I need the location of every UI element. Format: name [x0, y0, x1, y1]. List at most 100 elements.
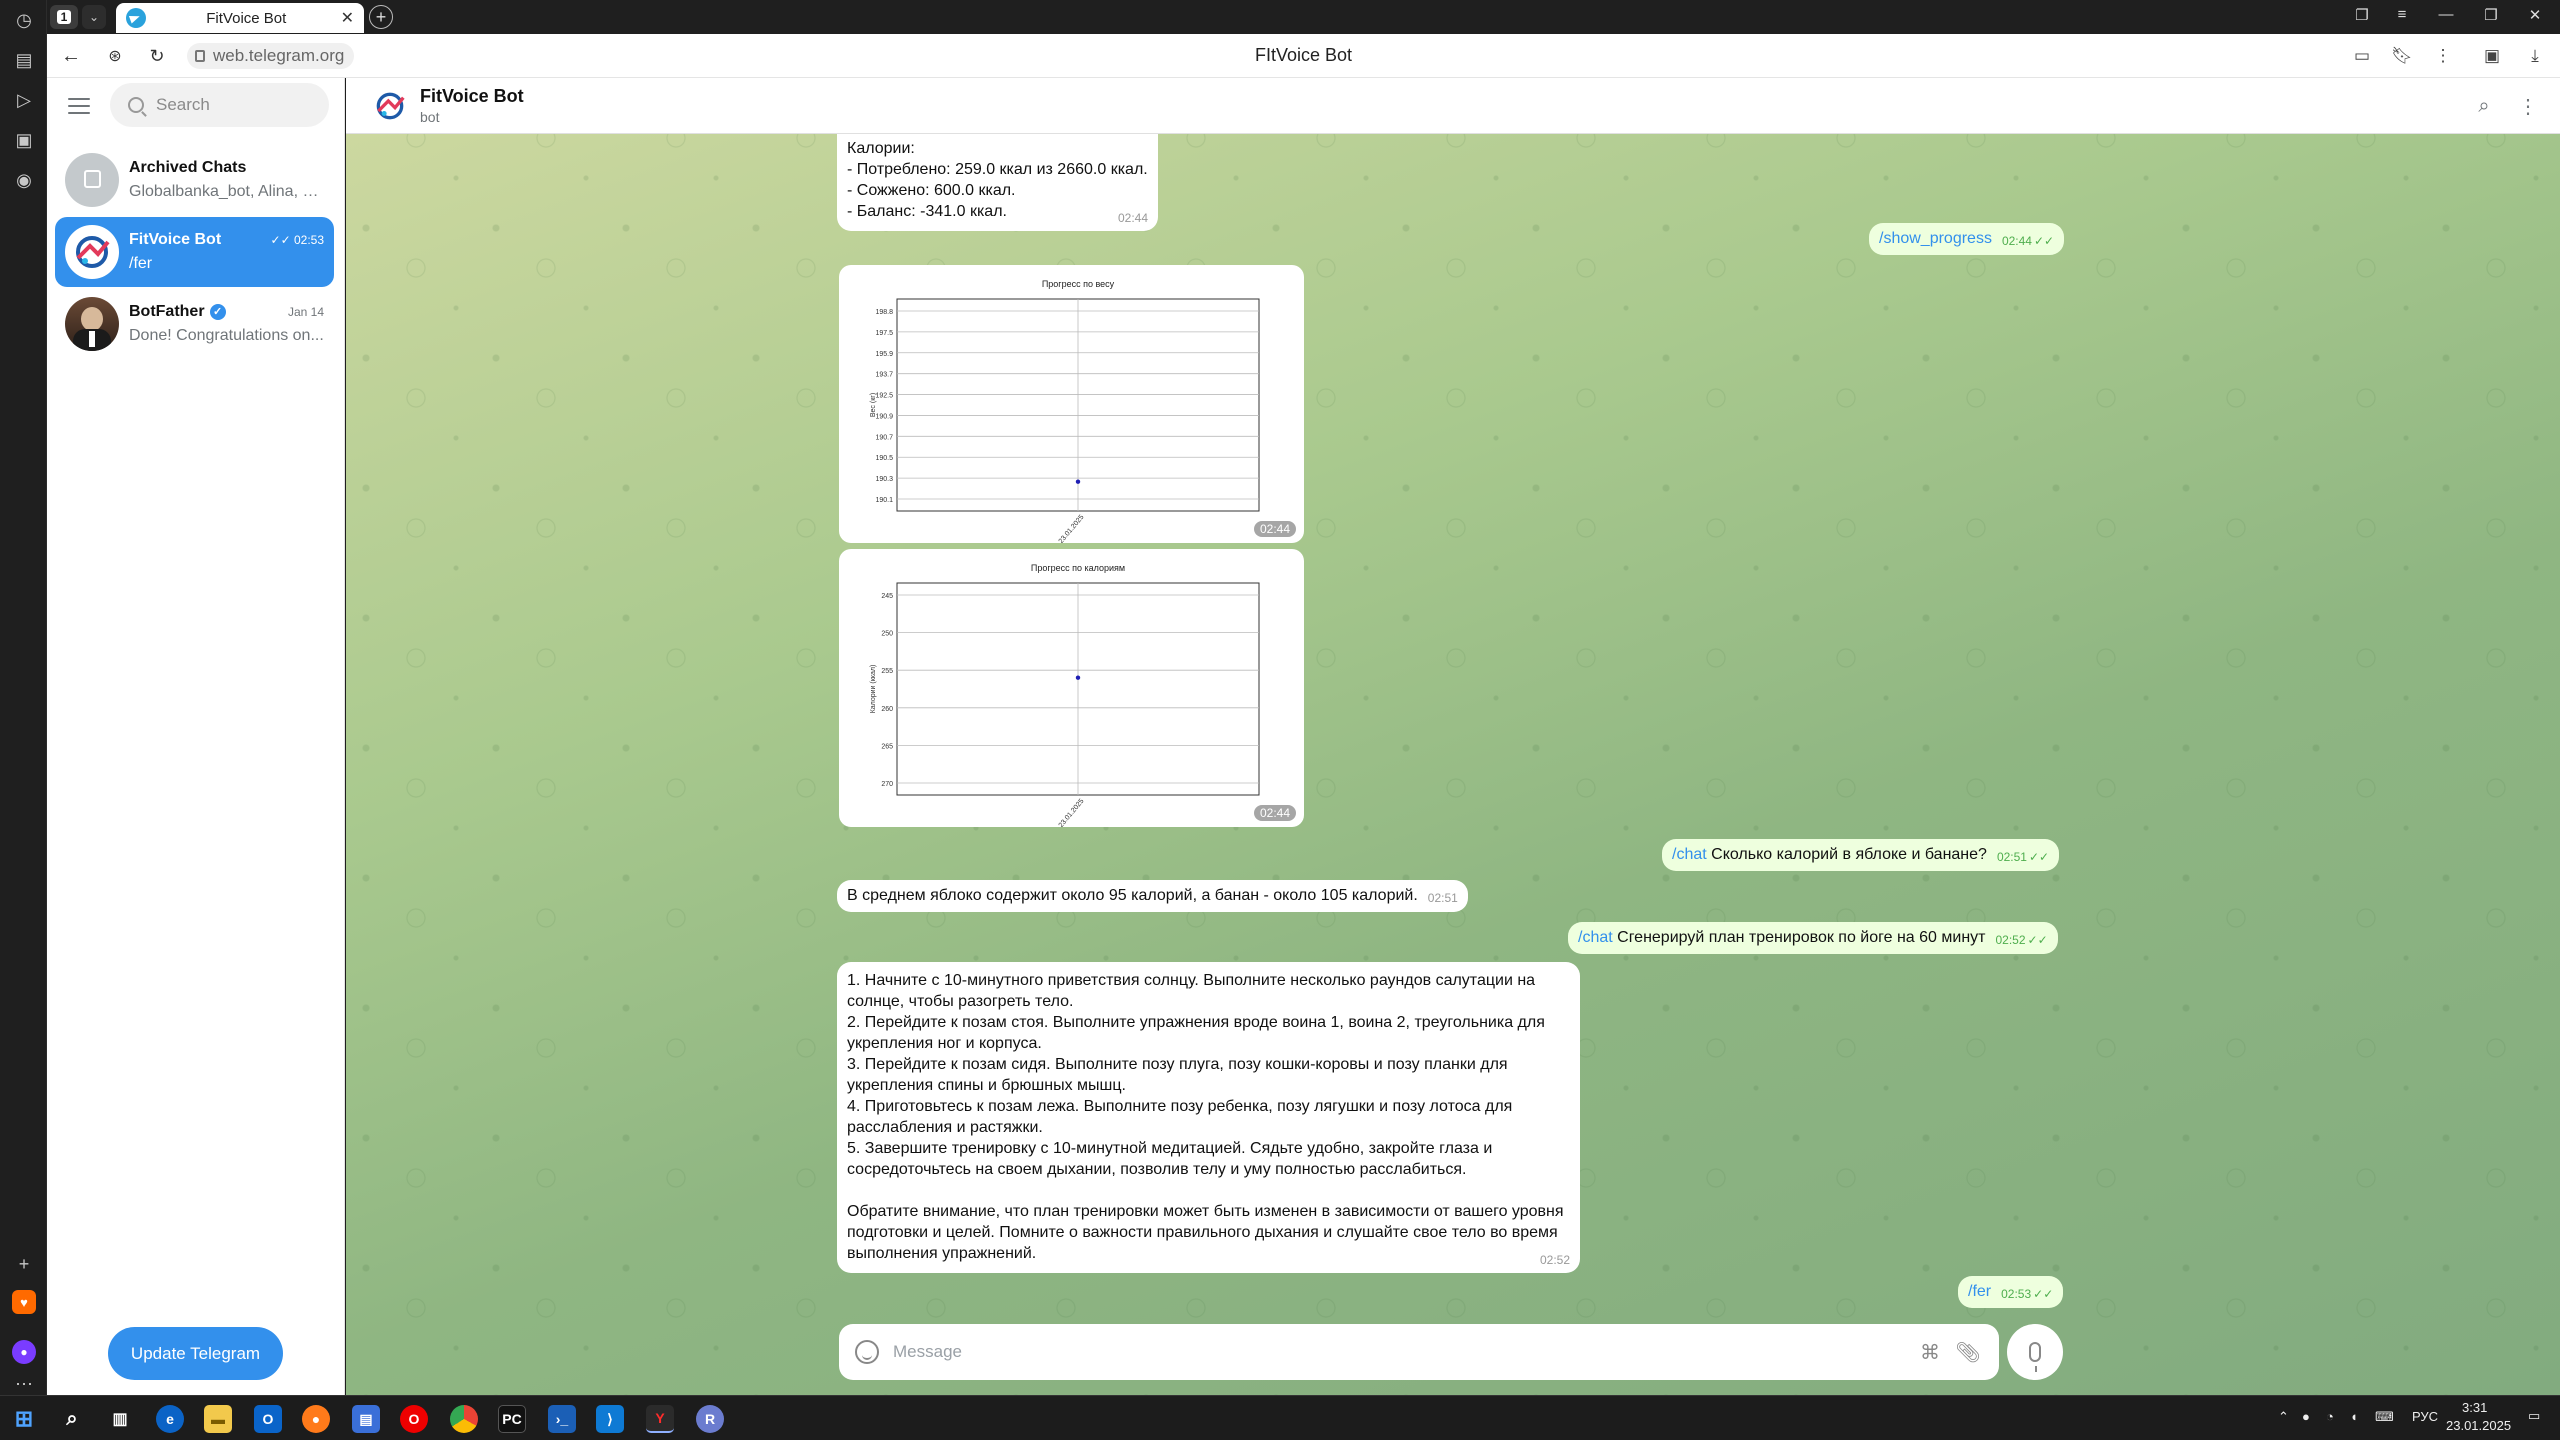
vscode-icon[interactable]: ⟩ [596, 1405, 624, 1433]
command-link[interactable]: /show_progress [1879, 230, 1992, 247]
fitness-logo-icon [371, 87, 409, 125]
chat-item-archived[interactable]: Archived Chats Globalbanka_bot, Alina, V… [55, 145, 334, 215]
file-explorer-icon[interactable]: ▬ [204, 1405, 232, 1433]
powershell-icon[interactable]: ›_ [548, 1405, 576, 1433]
bot-commands-icon[interactable]: ⌘ [1915, 1340, 1945, 1365]
tab-counter[interactable]: 1 [50, 5, 78, 29]
outlook-icon[interactable]: O [254, 1405, 282, 1433]
collections-icon[interactable]: ▣ [2481, 45, 2503, 67]
tray-language[interactable]: РУС [2412, 1409, 2438, 1424]
tab-dropdown-chevron-icon[interactable]: ⌄ [82, 5, 106, 29]
message-line: - Потреблено: 259.0 ккал из 2660.0 ккал. [847, 161, 1148, 178]
chat-bubble-icon[interactable]: ▭ [2351, 45, 2373, 67]
emoji-icon[interactable] [855, 1340, 879, 1364]
y-axis-label: Вес (кг) [870, 393, 877, 417]
alice-icon[interactable]: ● [12, 1340, 36, 1364]
image-time: 02:44 [1253, 521, 1296, 537]
notification-icon[interactable]: ▭ [2528, 1408, 2540, 1424]
chat-item-botfather[interactable]: BotFather ✓ Jan 14 Done! Congratulations o… [55, 289, 334, 359]
new-tab-button[interactable]: + [369, 5, 393, 29]
y-tick-label: 190.9 [875, 413, 893, 420]
microphone-icon [2029, 1342, 2041, 1372]
y-axis-label: Калории (ккал) [870, 665, 877, 714]
minimize-button[interactable]: — [2434, 6, 2458, 23]
menu-icon[interactable]: ≡ [2390, 6, 2414, 23]
url-text: web.telegram.org [213, 46, 345, 65]
chat-header-avatar[interactable] [370, 86, 410, 126]
chart-title: Прогресс по весу [1042, 279, 1115, 289]
command-link[interactable]: /chat [1578, 929, 1613, 946]
message-composer: ⌘ 📎︎ [839, 1324, 1999, 1380]
task-view-icon[interactable]: ▥ [106, 1405, 134, 1433]
screenshot-icon[interactable]: ◉ [12, 168, 36, 192]
windows-start-icon[interactable]: ⊞ [10, 1405, 38, 1433]
active-tab[interactable]: FitVoice Bot ✕ [116, 3, 364, 33]
chat-header-name[interactable]: FitVoice Bot [420, 86, 524, 107]
more-icon[interactable]: ⋯ [12, 1372, 36, 1396]
message-line: Калории: [847, 140, 915, 157]
tray-chevron-icon[interactable]: ⌃ [2278, 1409, 2289, 1425]
tray-clock-time[interactable]: 3:31 [2462, 1400, 2487, 1415]
tabs-icon[interactable]: ❐ [2350, 6, 2374, 24]
edge-icon[interactable]: e [156, 1405, 184, 1433]
message-line: 3. Перейдите к позам сидя. Выполните поз… [847, 1056, 1508, 1094]
restore-button[interactable]: ❐ [2479, 6, 2503, 24]
tray-keyboard-icon[interactable]: ⌨ [2375, 1409, 2394, 1425]
yandex-browser-icon[interactable]: Y [646, 1405, 674, 1433]
message-time: 02:44 ✓✓ [2001, 234, 2055, 248]
hamburger-menu-icon[interactable] [68, 98, 90, 116]
y-tick-label: 270 [881, 781, 893, 788]
message-line: - Баланс: -341.0 ккал. [847, 203, 1007, 220]
url-field[interactable]: web.telegram.org [187, 43, 355, 69]
app-icon[interactable]: ▤ [352, 1405, 380, 1433]
app-r-icon[interactable]: R [696, 1405, 724, 1433]
message-yoga-plan: 1. Начните с 10-минутного приветствия со… [837, 962, 1580, 1273]
weight-chart-image[interactable]: Прогресс по весу 190.1 190.3 190.5 190.7 190.… [839, 265, 1304, 543]
archive-avatar [65, 153, 119, 207]
tray-volume-icon[interactable]: ◖ [2350, 1409, 2358, 1424]
address-bar: ← ⊛ ↻ FItVoice Bot web.telegram.org ▭ 🔖︎… [47, 34, 2560, 78]
market-icon[interactable]: ♥ [12, 1290, 36, 1314]
message-calories-answer: В среднем яблоко содержит около 95 калор… [837, 880, 1468, 912]
chat-item-fitvoice-bot[interactable]: FitVoice Bot ✓✓ 02:53 /fer [55, 217, 334, 287]
more-vertical-icon[interactable]: ⋮ [2432, 45, 2454, 67]
chrome-icon[interactable] [450, 1405, 478, 1433]
attach-icon[interactable]: 📎︎ [1953, 1340, 1983, 1365]
tab-close-icon[interactable]: ✕ [341, 8, 354, 28]
counter-icon[interactable]: ▣ [12, 128, 36, 152]
collections-icon[interactable]: ▤ [12, 48, 36, 72]
message-line: Обратите внимание, что план тренировки м… [847, 1203, 1564, 1262]
play-icon[interactable]: ▷ [12, 88, 36, 112]
message-time: 02:53 ✓✓ [2001, 1287, 2054, 1301]
more-vertical-icon[interactable]: ⋮ [2516, 94, 2540, 118]
search-box[interactable] [110, 83, 329, 127]
command-link[interactable]: /fer [1968, 1283, 1991, 1300]
search-icon[interactable]: ⌕ [58, 1405, 86, 1433]
firefox-icon[interactable]: ● [302, 1405, 330, 1433]
close-window-button[interactable]: ✕ [2523, 6, 2547, 24]
pycharm-icon[interactable]: PC [498, 1405, 526, 1433]
download-icon[interactable]: ⤓ [2524, 45, 2546, 67]
fitvoice-avatar [65, 225, 119, 279]
tray-mic-icon[interactable]: ● [2302, 1409, 2310, 1424]
search-icon[interactable]: ⌕ [2472, 94, 2496, 118]
chat-name: BotFather ✓ [129, 303, 226, 321]
add-icon[interactable]: + [12, 1252, 36, 1276]
search-input[interactable] [156, 95, 316, 115]
microphone-button[interactable] [2007, 1324, 2063, 1380]
y-tick-label: 195.9 [875, 351, 893, 358]
chat-name: Archived Chats [129, 159, 247, 176]
tray-clock-date[interactable]: 23.01.2025 [2446, 1418, 2511, 1433]
update-telegram-button[interactable]: Update Telegram [108, 1327, 283, 1380]
chat-list-sidebar: Archived Chats Globalbanka_bot, Alina, V… [47, 78, 345, 1395]
chat-preview: Done! Congratulations on... [129, 327, 324, 344]
bookmark-icon[interactable]: 🔖︎ [2391, 45, 2413, 67]
command-link[interactable]: /chat [1672, 846, 1707, 863]
message-input[interactable] [893, 1342, 1907, 1362]
x-tick-label: 23.01.2025 [1058, 798, 1086, 827]
calories-chart-image[interactable]: Прогресс по калориям 270 265 260 255 250 245 Ка… [839, 549, 1304, 827]
tray-network-icon[interactable]: ◔ [2326, 1409, 2334, 1424]
history-icon[interactable]: ◷ [12, 8, 36, 32]
opera-icon[interactable]: O [400, 1405, 428, 1433]
y-tick-label: 190.1 [875, 497, 893, 504]
